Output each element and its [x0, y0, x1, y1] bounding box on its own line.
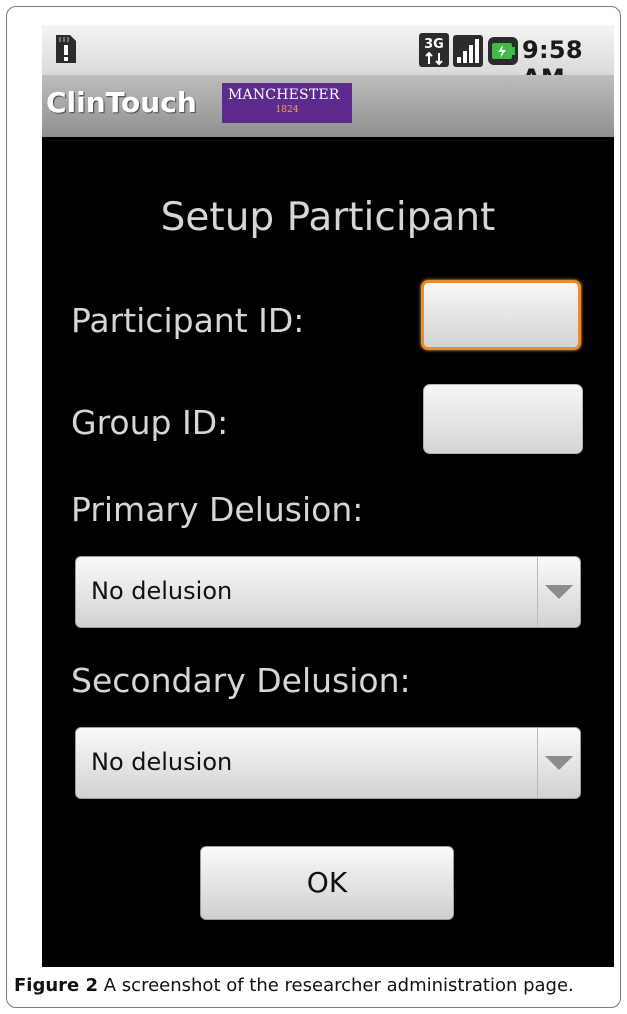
chevron-down-icon[interactable]	[539, 581, 579, 603]
status-bar: 3G 9:58	[42, 25, 614, 92]
secondary-delusion-select[interactable]: No delusion	[75, 727, 581, 799]
signal-strength-icon	[453, 35, 483, 71]
ok-button[interactable]: OK	[200, 846, 454, 920]
select-divider	[537, 557, 538, 627]
secondary-delusion-label: Secondary Delusion:	[71, 661, 411, 700]
logo-year: 1824	[275, 105, 299, 115]
group-id-label: Group ID:	[71, 403, 229, 442]
caption-text: A screenshot of the researcher administr…	[98, 975, 574, 996]
battery-charging-icon	[488, 37, 518, 69]
caption-label: Figure 2	[14, 975, 99, 996]
participant-id-input[interactable]	[421, 280, 581, 350]
page-title: Setup Participant	[160, 195, 496, 240]
app-title-bar: ClinTouch MANCHESTER 1824	[42, 75, 614, 137]
3g-network-icon: 3G	[419, 33, 449, 71]
chevron-down-icon[interactable]	[539, 752, 579, 774]
phone-screen: 3G 9:58 ClinTouch MANCHESTER 1824 Setup …	[42, 25, 614, 967]
primary-delusion-label: Primary Delusion:	[71, 490, 364, 529]
svg-text:3G: 3G	[424, 37, 444, 52]
manchester-logo: MANCHESTER 1824	[222, 83, 352, 123]
group-id-input[interactable]	[423, 384, 583, 454]
secondary-delusion-value: No delusion	[91, 748, 233, 776]
primary-delusion-value: No delusion	[91, 577, 233, 605]
figure-frame: 3G 9:58 ClinTouch MANCHESTER 1824 Setup …	[6, 6, 621, 1008]
sd-card-alert-icon	[52, 33, 78, 69]
figure-caption: Figure 2 A screenshot of the researcher …	[14, 975, 574, 996]
logo-text: MANCHESTER	[228, 87, 340, 103]
select-divider	[537, 728, 538, 798]
app-title: ClinTouch	[46, 86, 197, 119]
primary-delusion-select[interactable]: No delusion	[75, 556, 581, 628]
participant-id-label: Participant ID:	[71, 301, 305, 340]
